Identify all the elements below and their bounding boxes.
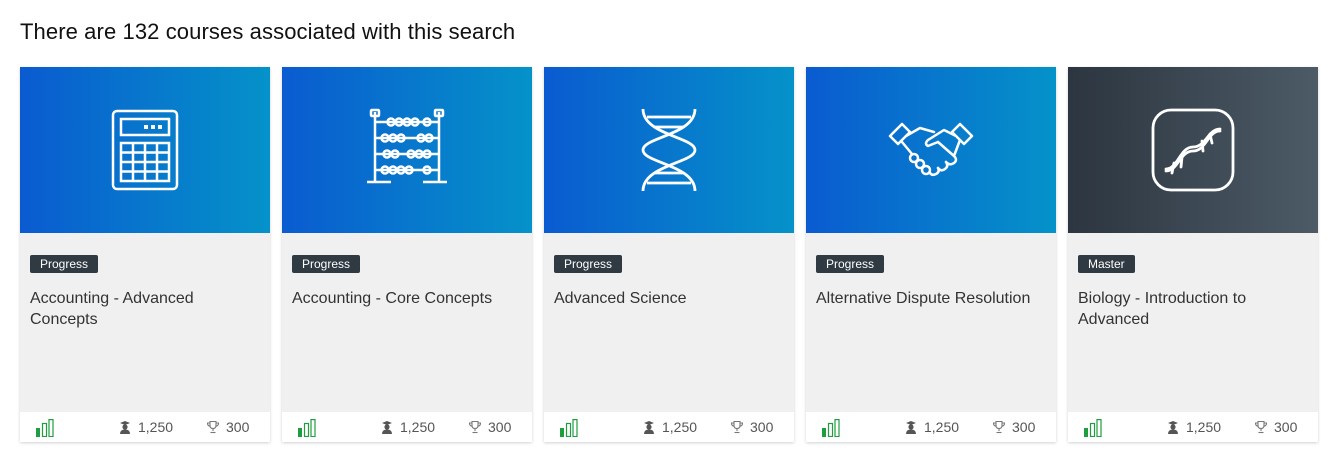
points-count: 300 — [1274, 419, 1298, 435]
students-stat: 1,250 — [1166, 412, 1221, 442]
students-stat: 1,250 — [118, 412, 173, 442]
course-footer: 1,250 300 — [20, 412, 270, 442]
trophy-icon — [206, 420, 220, 434]
course-banner — [20, 67, 270, 233]
points-stat: 300 — [1254, 412, 1297, 442]
student-icon — [644, 421, 654, 434]
points-stat: 300 — [468, 412, 511, 442]
level-bars-icon — [822, 419, 840, 437]
level-badge: Progress — [30, 255, 99, 273]
points-count: 300 — [750, 419, 774, 435]
abacus-icon — [367, 108, 447, 184]
level-badge: Progress — [292, 255, 361, 273]
students-count: 1,250 — [138, 419, 174, 435]
course-banner — [544, 67, 794, 233]
calculator-icon — [111, 109, 179, 191]
dna-icon — [641, 108, 697, 192]
student-icon — [906, 421, 916, 434]
course-card[interactable]: Master Biology - Introduction to Advance… — [1068, 67, 1318, 442]
trophy-icon — [468, 420, 482, 434]
course-banner — [282, 67, 532, 233]
points-stat: 300 — [206, 412, 249, 442]
level-bars-icon — [560, 419, 578, 437]
points-count: 300 — [1012, 419, 1036, 435]
results-heading: There are 132 courses associated with th… — [20, 19, 516, 44]
student-icon — [1168, 421, 1178, 434]
course-banner — [1068, 67, 1318, 233]
points-count: 300 — [226, 419, 250, 435]
course-card[interactable]: Progress Accounting - Advanced Concepts … — [20, 67, 270, 442]
level-bars-icon — [36, 419, 54, 437]
trophy-icon — [992, 420, 1006, 434]
student-icon — [382, 421, 392, 434]
students-count: 1,250 — [400, 419, 436, 435]
level-badge: Progress — [554, 255, 623, 273]
students-stat: 1,250 — [642, 412, 697, 442]
course-title[interactable]: Biology - Introduction to Advanced — [1078, 288, 1306, 330]
course-card[interactable]: Progress Accounting - Core Concepts 1,25… — [282, 67, 532, 442]
students-stat: 1,250 — [380, 412, 435, 442]
course-footer: 1,250 300 — [806, 412, 1056, 442]
dna-badge-icon — [1151, 108, 1235, 192]
course-title[interactable]: Accounting - Advanced Concepts — [30, 288, 258, 330]
course-title[interactable]: Advanced Science — [554, 288, 782, 309]
course-footer: 1,250 300 — [544, 412, 794, 442]
course-footer: 1,250 300 — [1068, 412, 1318, 442]
students-count: 1,250 — [924, 419, 960, 435]
student-icon — [120, 421, 130, 434]
trophy-icon — [1254, 420, 1268, 434]
points-stat: 300 — [730, 412, 773, 442]
course-title[interactable]: Alternative Dispute Resolution — [816, 288, 1044, 309]
points-stat: 300 — [992, 412, 1035, 442]
course-card[interactable]: Progress Alternative Dispute Resolution … — [806, 67, 1056, 442]
level-badge: Progress — [816, 255, 885, 273]
students-count: 1,250 — [1186, 419, 1222, 435]
points-count: 300 — [488, 419, 512, 435]
course-card[interactable]: Progress Advanced Science 1,250 300 — [544, 67, 794, 442]
level-badge: Master — [1078, 255, 1135, 273]
level-bars-icon — [1084, 419, 1102, 437]
course-grid: Progress Accounting - Advanced Concepts … — [20, 67, 1318, 442]
course-title[interactable]: Accounting - Core Concepts — [292, 288, 520, 309]
students-stat: 1,250 — [904, 412, 959, 442]
course-banner — [806, 67, 1056, 233]
course-footer: 1,250 300 — [282, 412, 532, 442]
students-count: 1,250 — [662, 419, 698, 435]
handshake-icon — [888, 122, 974, 177]
trophy-icon — [730, 420, 744, 434]
level-bars-icon — [298, 419, 316, 437]
